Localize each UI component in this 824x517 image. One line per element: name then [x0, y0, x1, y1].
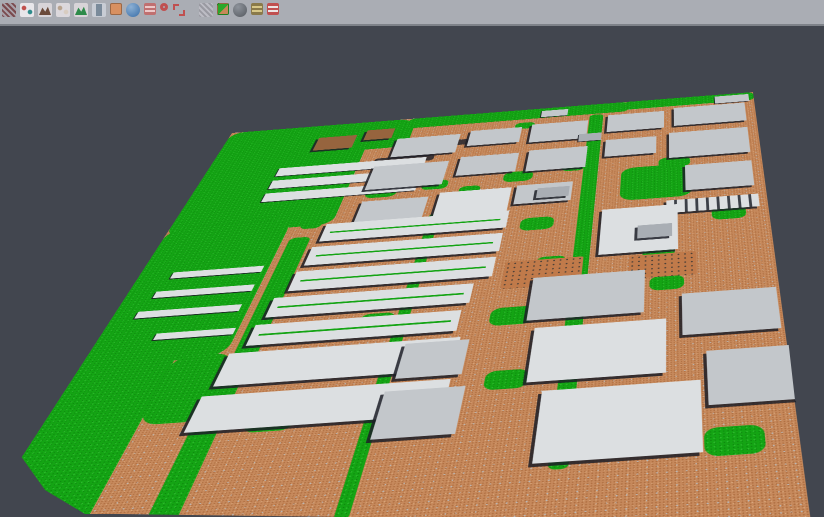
vegetation-patch	[502, 170, 533, 182]
building-roof	[637, 223, 672, 238]
vegetation-patch	[619, 163, 692, 201]
roof-ridge-vegetation	[300, 266, 486, 282]
roof-ridge-vegetation	[315, 242, 493, 257]
zoom-extent-icon[interactable]	[172, 3, 186, 17]
view-3d-globe-icon[interactable]	[126, 3, 140, 17]
roof-ridge-vegetation	[277, 293, 463, 308]
vegetation-patch	[519, 216, 555, 231]
surface-model-icon[interactable]	[74, 3, 88, 17]
points-elevation-icon[interactable]	[2, 3, 16, 17]
ortho-view-icon[interactable]	[110, 3, 122, 15]
main-toolbar	[0, 0, 824, 26]
building-roof	[604, 136, 656, 157]
application-window	[0, 0, 824, 517]
intensity-display-icon[interactable]	[144, 3, 156, 15]
zoom-center-icon[interactable]	[160, 3, 168, 11]
shaded-sphere-icon[interactable]	[233, 3, 247, 17]
points-sparse-icon[interactable]	[56, 3, 70, 17]
building-roof	[526, 270, 645, 321]
building-roof	[682, 287, 782, 335]
layer-list-icon[interactable]	[267, 3, 279, 15]
building-roof	[607, 111, 664, 132]
grayscale-display-icon[interactable]	[199, 3, 213, 17]
building-roof	[467, 127, 522, 146]
building-roof	[526, 318, 666, 382]
annotate-tags-icon[interactable]	[251, 3, 263, 15]
viewport-3d[interactable]	[0, 28, 824, 517]
building-roof	[706, 344, 812, 405]
building-roof	[685, 160, 754, 190]
building-roof	[532, 380, 703, 464]
point-cloud-silhouette	[0, 28, 824, 517]
building-roof	[395, 339, 469, 379]
terrain-model-icon[interactable]	[38, 3, 52, 17]
point-cloud-scene	[0, 92, 824, 517]
building-roof	[674, 102, 747, 125]
vegetation-patch	[704, 424, 767, 457]
roof-ridge-vegetation	[259, 320, 451, 336]
vegetation-patch	[483, 369, 529, 391]
profile-view-icon[interactable]	[92, 3, 106, 17]
building-roof	[669, 127, 750, 158]
classification-display-icon[interactable]	[217, 3, 229, 15]
building-roof	[370, 386, 465, 440]
points-classified-icon[interactable]	[20, 3, 34, 17]
